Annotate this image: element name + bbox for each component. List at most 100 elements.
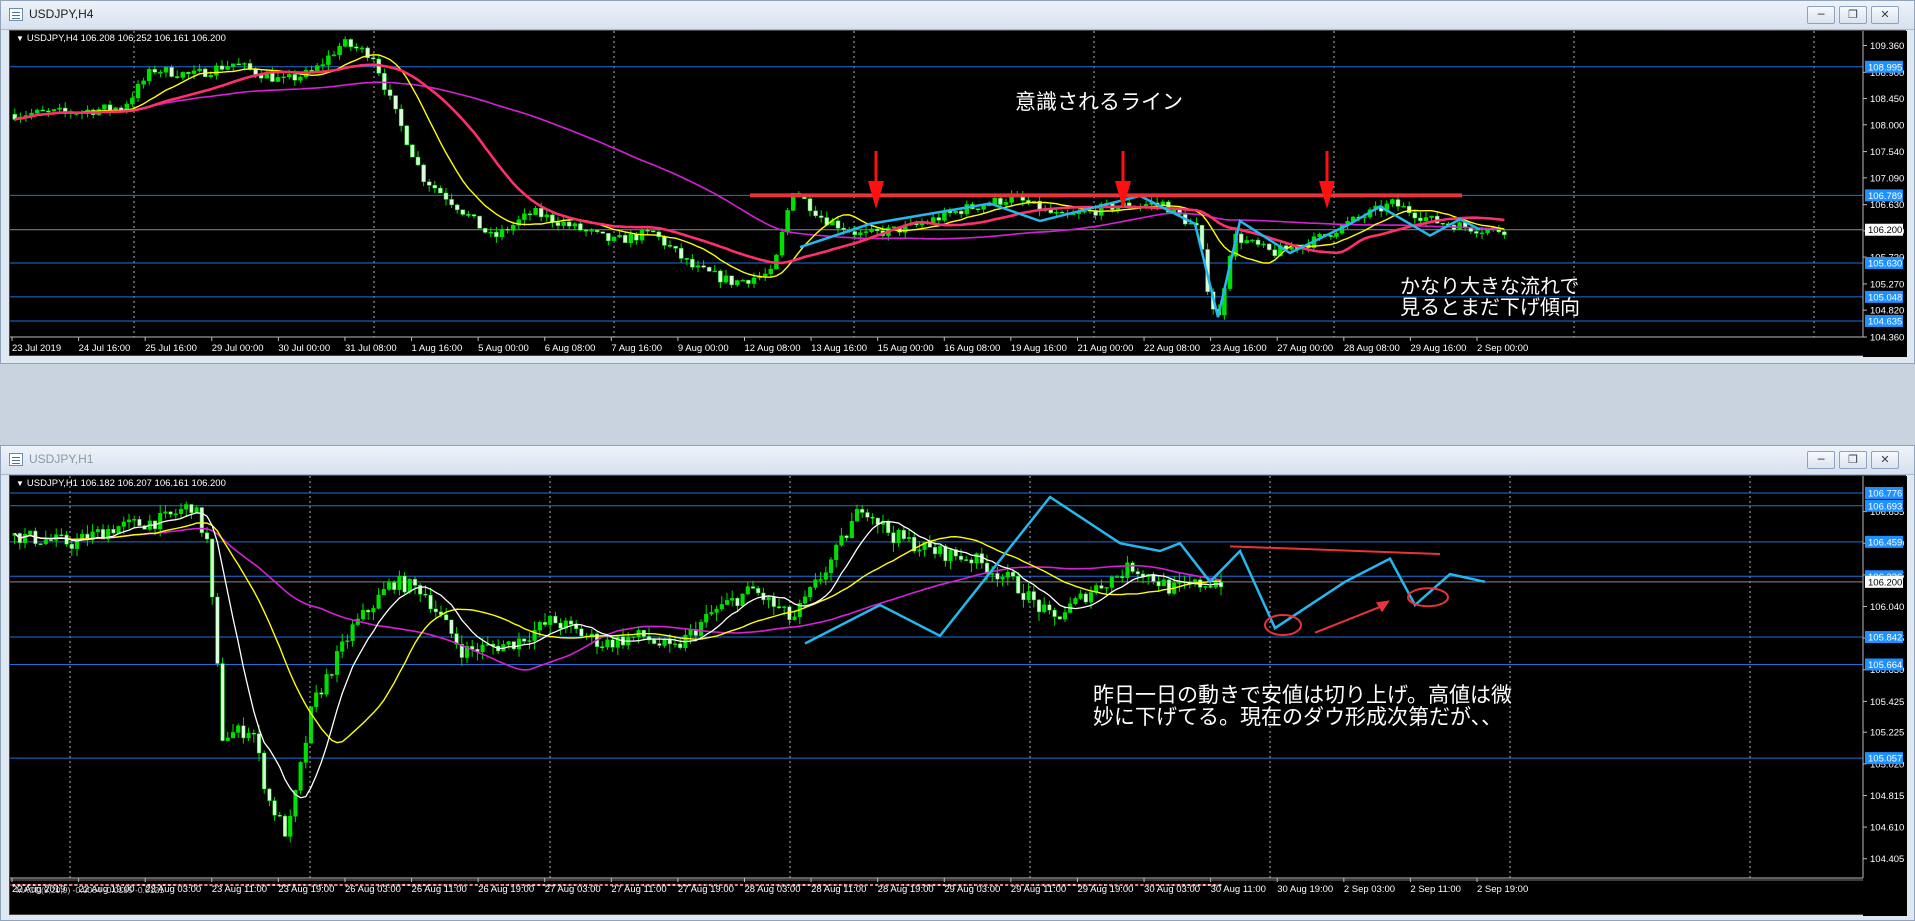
candle-body	[371, 608, 376, 613]
candle-body	[247, 63, 253, 70]
candle-body	[990, 573, 995, 575]
price-badge-label: 108.995	[1868, 62, 1902, 73]
candle-body	[314, 65, 320, 72]
candle-body	[262, 752, 267, 790]
close-button[interactable]: ✕	[1871, 451, 1899, 469]
candle-body	[354, 46, 359, 49]
candle-body	[1479, 232, 1485, 235]
candle-body	[719, 604, 724, 610]
candle-body	[1406, 205, 1412, 214]
symbol-info-line: ▼ USDJPY,H4 106.208 106.252 106.161 106.2…	[16, 33, 226, 44]
time-tick-label: 23 Aug 11:00	[212, 884, 267, 895]
window-titlebar[interactable]: USDJPY,H1 ─ ❐ ✕	[1, 446, 1914, 475]
candle-body	[1317, 234, 1322, 237]
minimize-button[interactable]: ─	[1807, 6, 1835, 24]
candle-body	[896, 529, 901, 544]
candle-body	[981, 205, 986, 210]
time-tick-label: 12 Aug 08:00	[745, 343, 801, 354]
candle-body	[854, 508, 860, 522]
candle-body	[241, 725, 246, 739]
candle-body	[404, 125, 410, 146]
chart-window-icon	[9, 8, 23, 21]
symbol-ohlc: USDJPY,H1 106.182 106.207 106.161 106.20…	[26, 478, 226, 489]
minimize-button[interactable]: ─	[1807, 451, 1835, 469]
time-tick-label: 30 Aug 19:00	[1277, 884, 1333, 895]
candle-body	[1272, 249, 1278, 257]
candle-body	[1177, 582, 1182, 584]
restore-button[interactable]: ❐	[1839, 6, 1867, 24]
candle-body	[124, 103, 130, 110]
candle-body	[583, 230, 589, 232]
candle-body	[194, 507, 199, 514]
time-tick-label: 30 Aug 11:00	[1211, 884, 1266, 895]
collapse-triangle-icon[interactable]: ▼	[16, 34, 24, 43]
candle-body	[964, 559, 969, 561]
price-badge-label: 106.200	[1868, 225, 1902, 236]
chart-window-h4[interactable]: USDJPY,H4 ─ ❐ ✕ 109.360 108.900 108.450 108…	[0, 0, 1915, 364]
candle-body	[844, 535, 849, 539]
candle-body	[337, 46, 342, 56]
candle-body	[874, 228, 880, 232]
candle-body	[818, 215, 824, 218]
candle-body	[776, 606, 782, 609]
price-tick-label: 105.425	[1870, 697, 1904, 708]
candle-body	[1109, 576, 1114, 588]
collapse-triangle-icon[interactable]: ▼	[16, 479, 24, 488]
candle-body	[95, 529, 100, 533]
candle-body	[886, 520, 891, 533]
candle-body	[714, 608, 719, 613]
candle-body	[1000, 576, 1005, 580]
candle-body	[958, 210, 964, 215]
candle-body	[48, 539, 54, 541]
candle-body	[724, 600, 730, 605]
time-tick-label: 5 Aug 00:00	[478, 343, 529, 354]
candle-body	[1026, 591, 1031, 601]
price-chart-canvas[interactable]: 109.360108.900108.450108.000107.540107.0…	[10, 31, 1907, 357]
candle-body	[542, 622, 548, 625]
candle-body	[331, 54, 337, 57]
candle-body	[858, 232, 863, 235]
restore-button[interactable]: ❐	[1839, 451, 1867, 469]
candle-body	[544, 214, 550, 218]
price-chart-canvas[interactable]: 106.655106.450106.245106.040105.835105.6…	[10, 476, 1907, 916]
price-tick-label: 105.270	[1870, 279, 1904, 290]
candle-body	[975, 208, 981, 210]
candle-body	[1130, 562, 1135, 572]
candle-body	[1073, 598, 1078, 604]
candle-body	[860, 508, 865, 513]
candle-body	[1003, 202, 1009, 205]
candle-body	[1083, 593, 1088, 603]
candle-body	[449, 199, 454, 206]
candle-body	[735, 598, 740, 606]
candle-body	[606, 233, 611, 242]
candle-body	[197, 68, 202, 72]
zigzag-line	[804, 495, 1486, 645]
price-badge-label: 106.776	[1868, 488, 1902, 499]
price-tick-label: 104.360	[1870, 333, 1904, 344]
candle-body	[718, 270, 723, 283]
chart-window-h1[interactable]: USDJPY,H1 ─ ❐ ✕ 106.655106.450106.245106…	[0, 445, 1915, 921]
candle-body	[511, 641, 516, 650]
price-badge-label: 105.630	[1868, 258, 1902, 269]
time-tick-label: 16 Aug 08:00	[944, 343, 1000, 354]
price-chart-h1[interactable]: 106.655106.450106.245106.040105.835105.6…	[9, 475, 1907, 916]
window-titlebar[interactable]: USDJPY,H4 ─ ❐ ✕	[1, 1, 1914, 30]
candle-body	[930, 217, 936, 224]
candle-body	[579, 628, 584, 637]
candle-body	[163, 67, 169, 73]
candle-body	[782, 606, 787, 609]
candle-body	[516, 638, 522, 650]
candle-body	[460, 209, 466, 215]
window-title: USDJPY,H4	[29, 7, 94, 21]
close-button[interactable]: ✕	[1871, 6, 1899, 24]
candle-body	[428, 594, 433, 610]
candle-body	[839, 535, 844, 546]
candle-body	[537, 622, 542, 631]
time-tick-label: 23 Aug 19:00	[278, 884, 334, 895]
price-tick-label: 109.360	[1870, 41, 1904, 52]
candle-body	[657, 643, 662, 646]
candle-body	[1120, 576, 1125, 578]
candle-body	[1395, 199, 1401, 207]
price-chart-h4[interactable]: 109.360 108.900 108.450 108.000 107.540 107.0…	[9, 30, 1907, 357]
candle-body	[852, 231, 858, 235]
